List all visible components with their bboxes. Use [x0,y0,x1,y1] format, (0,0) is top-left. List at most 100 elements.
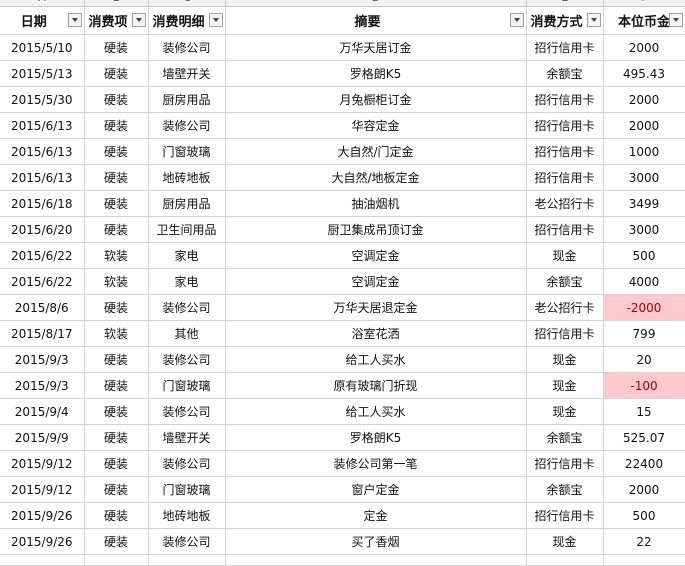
column-letter-e[interactable]: E [527,0,604,6]
cell-empty[interactable] [526,554,604,566]
cell-type[interactable]: 硬装 [84,372,149,399]
cell-amount[interactable]: 2000 [603,476,685,503]
filter-dropdown-icon[interactable] [668,13,683,27]
cell-detail[interactable]: 墙壁开关 [148,60,226,87]
cell-type[interactable]: 硬装 [84,424,149,451]
column-letter-f[interactable]: F [604,0,685,6]
cell-type[interactable]: 硬装 [84,86,149,113]
cell-date[interactable]: 2015/6/13 [0,164,85,191]
cell-summary[interactable]: 华容定金 [225,112,527,139]
cell-method[interactable]: 老公招行卡 [526,294,604,321]
cell-detail[interactable]: 门窗玻璃 [148,476,226,503]
cell-summary[interactable]: 万华天居订金 [225,34,527,61]
cell-detail[interactable]: 门窗玻璃 [148,138,226,165]
column-letter-c[interactable]: C [149,0,226,6]
cell-empty[interactable] [148,554,226,566]
cell-summary[interactable]: 空调定金 [225,268,527,295]
cell-method[interactable]: 招行信用卡 [526,138,604,165]
cell-date[interactable]: 2015/9/26 [0,528,85,555]
cell-method[interactable]: 招行信用卡 [526,86,604,113]
cell-date[interactable]: 2015/6/22 [0,242,85,269]
cell-summary[interactable]: 万华天居退定金 [225,294,527,321]
cell-summary[interactable]: 给工人买水 [225,346,527,373]
cell-date[interactable]: 2015/9/3 [0,346,85,373]
cell-date[interactable]: 2015/6/20 [0,216,85,243]
cell-summary[interactable]: 定金 [225,502,527,529]
cell-detail[interactable]: 装修公司 [148,346,226,373]
cell-detail[interactable]: 装修公司 [148,450,226,477]
cell-empty[interactable] [0,554,85,566]
cell-date[interactable]: 2015/8/17 [0,320,85,347]
cell-method[interactable]: 招行信用卡 [526,502,604,529]
cell-summary[interactable]: 原有玻璃门折现 [225,372,527,399]
cell-detail[interactable]: 墙壁开关 [148,424,226,451]
cell-amount[interactable]: 3499 [603,190,685,217]
cell-summary[interactable]: 月兔橱柜订金 [225,86,527,113]
header-summary[interactable]: 摘要 [225,7,527,35]
cell-type[interactable]: 硬装 [84,502,149,529]
cell-method[interactable]: 现金 [526,346,604,373]
cell-detail[interactable]: 门窗玻璃 [148,372,226,399]
cell-date[interactable]: 2015/6/18 [0,190,85,217]
cell-date[interactable]: 2015/9/4 [0,398,85,425]
cell-date[interactable]: 2015/9/12 [0,476,85,503]
cell-detail[interactable]: 地砖地板 [148,164,226,191]
cell-amount[interactable]: 3000 [603,216,685,243]
cell-amount[interactable]: 525.07 [603,424,685,451]
cell-type[interactable]: 硬装 [84,112,149,139]
column-letter-a[interactable]: A [0,0,85,6]
cell-detail[interactable]: 家电 [148,242,226,269]
cell-detail[interactable]: 厨房用品 [148,86,226,113]
cell-amount[interactable]: 4000 [603,268,685,295]
cell-method[interactable]: 现金 [526,398,604,425]
cell-type[interactable]: 硬装 [84,398,149,425]
cell-type[interactable]: 硬装 [84,528,149,555]
cell-amount[interactable]: 2000 [603,86,685,113]
filter-dropdown-icon[interactable] [131,13,146,27]
cell-amount[interactable]: -100 [603,372,685,399]
cell-detail[interactable]: 卫生间用品 [148,216,226,243]
cell-detail[interactable]: 其他 [148,320,226,347]
cell-type[interactable]: 硬装 [84,60,149,87]
filter-dropdown-icon[interactable] [208,13,223,27]
cell-method[interactable]: 现金 [526,242,604,269]
cell-method[interactable]: 招行信用卡 [526,320,604,347]
cell-method[interactable]: 招行信用卡 [526,112,604,139]
cell-date[interactable]: 2015/9/3 [0,372,85,399]
cell-type[interactable]: 软装 [84,268,149,295]
cell-date[interactable]: 2015/5/10 [0,34,85,61]
cell-summary[interactable]: 给工人买水 [225,398,527,425]
cell-summary[interactable]: 罗格朗K5 [225,60,527,87]
filter-dropdown-icon[interactable] [586,13,601,27]
cell-type[interactable]: 硬装 [84,138,149,165]
cell-detail[interactable]: 装修公司 [148,112,226,139]
cell-method[interactable]: 现金 [526,372,604,399]
cell-date[interactable]: 2015/9/12 [0,450,85,477]
cell-amount[interactable]: 500 [603,502,685,529]
cell-type[interactable]: 硬装 [84,476,149,503]
filter-dropdown-icon[interactable] [509,13,524,27]
cell-date[interactable]: 2015/5/13 [0,60,85,87]
cell-type[interactable]: 硬装 [84,346,149,373]
cell-date[interactable]: 2015/9/9 [0,424,85,451]
cell-amount[interactable]: 2000 [603,112,685,139]
cell-amount[interactable]: 20 [603,346,685,373]
cell-amount[interactable]: 3000 [603,164,685,191]
cell-date[interactable]: 2015/8/6 [0,294,85,321]
cell-summary[interactable]: 浴室花洒 [225,320,527,347]
cell-detail[interactable]: 厨房用品 [148,190,226,217]
cell-amount[interactable]: 22 [603,528,685,555]
cell-amount[interactable]: 22400 [603,450,685,477]
cell-summary[interactable]: 抽油烟机 [225,190,527,217]
cell-method[interactable]: 现金 [526,528,604,555]
cell-summary[interactable]: 大自然/地板定金 [225,164,527,191]
cell-summary[interactable]: 窗户定金 [225,476,527,503]
cell-detail[interactable]: 地砖地板 [148,502,226,529]
cell-detail[interactable]: 家电 [148,268,226,295]
cell-detail[interactable]: 装修公司 [148,398,226,425]
cell-detail[interactable]: 装修公司 [148,34,226,61]
header-method[interactable]: 消费方式 [526,7,604,35]
cell-summary[interactable]: 空调定金 [225,242,527,269]
cell-type[interactable]: 硬装 [84,190,149,217]
cell-method[interactable]: 余额宝 [526,268,604,295]
